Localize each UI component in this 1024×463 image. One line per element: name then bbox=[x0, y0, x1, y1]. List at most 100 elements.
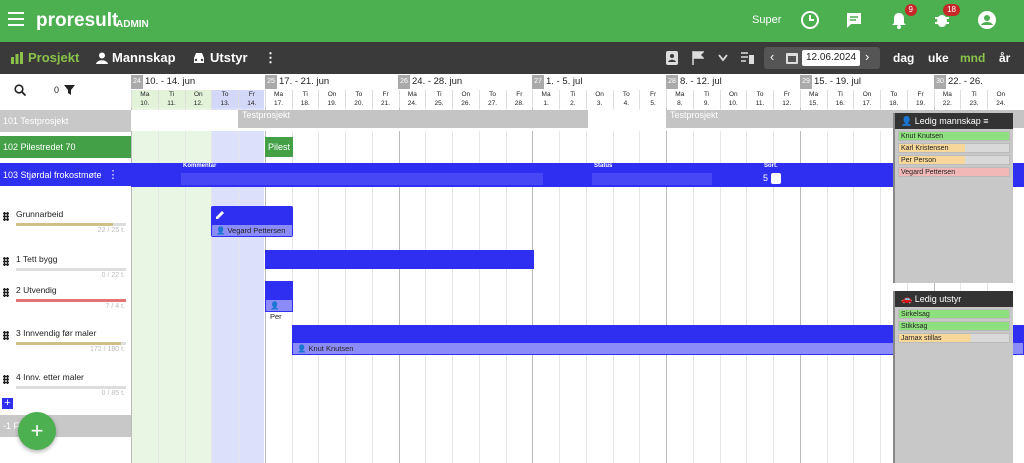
grid-line bbox=[880, 108, 881, 463]
calendar-icon[interactable] bbox=[786, 52, 798, 64]
day-header-cell: Fr 28. bbox=[505, 90, 533, 108]
chat-icon[interactable] bbox=[844, 10, 864, 30]
add-project-button[interactable]: + bbox=[18, 412, 56, 450]
project-row-103[interactable]: 103 Stjørdal frokostmøte ⋮ bbox=[0, 163, 131, 186]
grid-line bbox=[585, 108, 587, 463]
available-item[interactable]: Vegard Pettersen bbox=[898, 167, 1010, 177]
tab-manpower[interactable]: Mannskap bbox=[96, 50, 176, 65]
alerts-button[interactable]: 18 bbox=[932, 4, 960, 30]
week-label: 27 1. - 5. jul bbox=[532, 74, 582, 90]
day-header-cell: On 10. bbox=[719, 90, 747, 108]
drag-handle-icon[interactable] bbox=[3, 288, 9, 297]
day-header-cell: Ma 24. bbox=[398, 90, 426, 108]
view-month-button[interactable]: mnd bbox=[960, 51, 985, 65]
available-item[interactable]: Stikksag bbox=[898, 321, 1010, 331]
day-header-cell: Ma 22. bbox=[933, 90, 961, 108]
sort-icon[interactable]: ≡ bbox=[983, 116, 988, 126]
available-item-name: Sirkelsag bbox=[901, 311, 930, 318]
contacts-icon[interactable] bbox=[666, 51, 678, 65]
view-week-button[interactable]: uke bbox=[928, 51, 949, 65]
available-manpower-panel: 👤 Ledig mannskap ≡ Knut Knutsen Karl Kris… bbox=[893, 113, 1013, 283]
tab-equipment[interactable]: Utstyr bbox=[192, 50, 248, 65]
filter-icon[interactable] bbox=[64, 85, 75, 95]
user-name[interactable]: Super bbox=[752, 14, 781, 26]
day-header-cell: On 19. bbox=[318, 90, 345, 108]
drag-handle-icon[interactable] bbox=[3, 375, 9, 384]
bar-testprosjekt[interactable]: Testprosjekt bbox=[238, 110, 588, 128]
task-progress bbox=[16, 223, 126, 226]
flag-icon[interactable] bbox=[692, 51, 704, 65]
person-icon: 👤 bbox=[901, 116, 913, 126]
search-icon[interactable] bbox=[14, 84, 26, 96]
task-progress-fill bbox=[16, 342, 121, 345]
comment-input[interactable] bbox=[181, 173, 543, 185]
drag-handle-icon[interactable] bbox=[3, 212, 9, 221]
project-row-101[interactable]: 101 Testprosjekt bbox=[0, 110, 131, 132]
day-header-cell: To 27. bbox=[478, 90, 506, 108]
task-progress-fill bbox=[16, 299, 126, 302]
day-header-cell: On 3. bbox=[585, 90, 613, 108]
project-name: 102 Pilestredet 70 bbox=[3, 142, 76, 152]
task-hours: 172 / 180 t. bbox=[89, 346, 125, 353]
tab-manpower-label: Mannskap bbox=[112, 50, 176, 65]
grid-line bbox=[184, 108, 186, 463]
bar-utvendig[interactable]: 👤 Per bbox=[265, 281, 293, 321]
hamburger-menu-icon[interactable] bbox=[8, 12, 24, 26]
chevron-down-icon[interactable] bbox=[718, 54, 728, 62]
panel-title: Ledig utstyr bbox=[914, 294, 962, 304]
sort-input[interactable]: 5 bbox=[763, 173, 768, 183]
available-item[interactable]: Per Person bbox=[898, 155, 1010, 165]
previous-period-icon[interactable]: ‹ bbox=[770, 49, 774, 64]
day-header-cell: Fr 5. bbox=[639, 90, 666, 108]
tab-project[interactable]: Prosjekt bbox=[10, 50, 79, 65]
view-day-button[interactable]: dag bbox=[893, 51, 914, 65]
admin-label: ADMIN bbox=[116, 19, 149, 30]
available-item[interactable]: Sirkelsag bbox=[898, 309, 1010, 319]
bar-pilestredet[interactable]: Pilest bbox=[265, 137, 293, 157]
available-item-name: Knut Knutsen bbox=[901, 133, 944, 140]
comment-label: Kommentar bbox=[183, 163, 217, 169]
drag-handle-icon[interactable] bbox=[3, 257, 9, 266]
view-year-button[interactable]: år bbox=[999, 51, 1010, 65]
bar-chart-icon bbox=[11, 51, 23, 64]
project-103-editor: Kommentar Status Sort. 5 bbox=[131, 163, 1024, 187]
project-name: -1 F bbox=[3, 421, 20, 431]
task-hours: 0 / 22 t. bbox=[101, 272, 125, 279]
notifications-button[interactable]: 9 bbox=[889, 4, 917, 30]
next-period-icon[interactable]: › bbox=[865, 49, 869, 64]
day-header-cell: Ti 2. bbox=[559, 90, 586, 108]
grid-line bbox=[692, 108, 694, 463]
more-options-icon[interactable]: ⋮ bbox=[264, 50, 277, 66]
account-icon[interactable] bbox=[977, 10, 997, 30]
alert-count-badge: 18 bbox=[943, 4, 960, 16]
grid-line bbox=[211, 108, 213, 463]
assignee-chip: 👤 Per bbox=[266, 300, 292, 321]
week-label: 29 15. - 19. jul bbox=[800, 74, 861, 90]
edit-icon[interactable] bbox=[215, 210, 225, 220]
panel-title: Ledig mannskap bbox=[914, 116, 981, 126]
day-header-cell: To 18. bbox=[880, 90, 907, 108]
available-item[interactable]: Jarnax stillas bbox=[898, 333, 1010, 343]
project-row-102[interactable]: 102 Pilestredet 70 bbox=[0, 136, 131, 158]
day-header-cell: To 11. bbox=[746, 90, 773, 108]
grid-line bbox=[238, 108, 239, 463]
weekend-highlight bbox=[131, 108, 211, 463]
top-bar: proresult ADMIN Super 9 18 bbox=[0, 0, 1024, 42]
project-menu-icon[interactable]: ⋮ bbox=[108, 168, 119, 181]
grid-line bbox=[532, 108, 534, 463]
available-item-name: Jarnax stillas bbox=[901, 335, 942, 342]
sort-stepper[interactable] bbox=[771, 173, 781, 184]
grid-line bbox=[131, 108, 132, 463]
date-input[interactable]: 12.06.2024 bbox=[802, 50, 860, 66]
person-icon bbox=[96, 52, 108, 64]
available-item[interactable]: Knut Knutsen bbox=[898, 131, 1010, 141]
available-item[interactable]: Karl Kristensen bbox=[898, 143, 1010, 153]
task-name: 1 Tett bygg bbox=[16, 254, 58, 264]
add-task-button[interactable]: + bbox=[2, 398, 13, 409]
status-select[interactable] bbox=[592, 173, 712, 185]
clock-icon[interactable] bbox=[800, 10, 820, 30]
bar-grunnarbeid[interactable]: 👤 Vegard Pettersen bbox=[211, 206, 293, 237]
drag-handle-icon[interactable] bbox=[3, 331, 9, 340]
bar-tett-bygg[interactable] bbox=[265, 250, 534, 269]
clear-filter-icon[interactable] bbox=[741, 51, 755, 65]
